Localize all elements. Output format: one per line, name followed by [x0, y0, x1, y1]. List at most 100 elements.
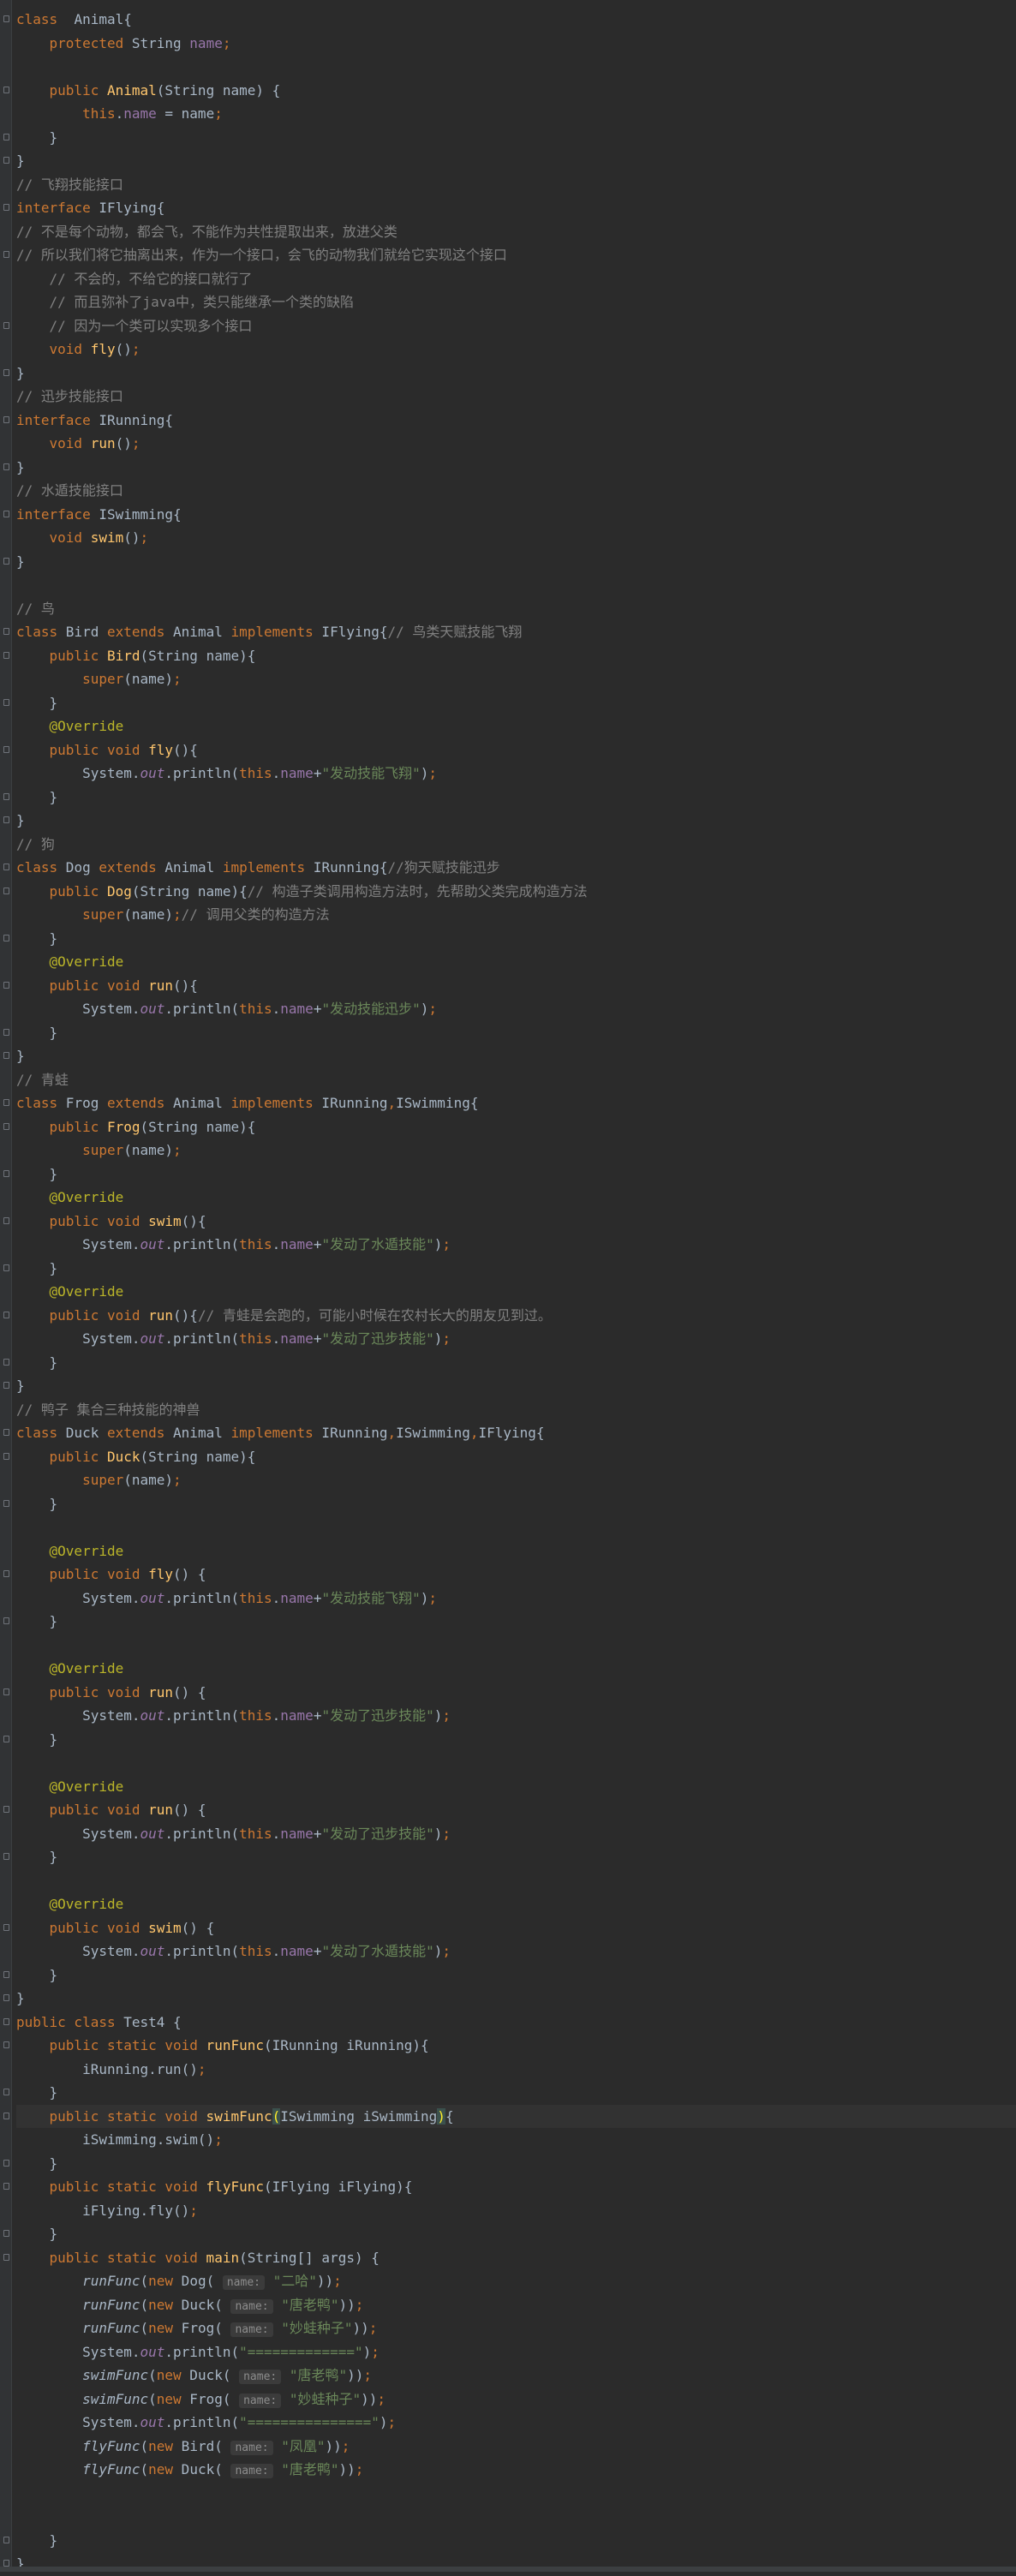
code-line[interactable]: swimFunc(new Frog( name: "妙蛙种子"));: [16, 2388, 1016, 2412]
code-line[interactable]: // 狗: [16, 833, 1016, 857]
code-line[interactable]: public void run(){// 青蛙是会跑的，可能小时候在农村长大的朋…: [3, 1304, 1016, 1328]
horizontal-scrollbar[interactable]: [0, 2567, 1016, 2572]
fold-marker-icon[interactable]: [3, 133, 9, 140]
code-line[interactable]: @Override: [16, 1657, 1016, 1681]
code-line[interactable]: @Override: [16, 1186, 1016, 1210]
code-line[interactable]: }: [3, 1987, 1016, 2011]
code-line[interactable]: // 不是每个动物，都会飞，不能作为共性提取出来，放进父类: [16, 220, 1016, 244]
code-line[interactable]: }: [3, 2552, 1016, 2576]
fold-marker-icon[interactable]: [3, 2112, 9, 2119]
fold-marker-icon[interactable]: [3, 1122, 9, 1130]
code-line[interactable]: super(name);: [16, 667, 1016, 691]
fold-marker-icon[interactable]: [3, 2017, 9, 2025]
fold-marker-icon[interactable]: [3, 1617, 9, 1624]
code-line[interactable]: void fly();: [16, 338, 1016, 362]
code-line[interactable]: flyFunc(new Duck( name: "唐老鸭"));: [16, 2458, 1016, 2482]
fold-marker-icon[interactable]: [3, 1028, 9, 1036]
fold-marker-icon[interactable]: [3, 628, 9, 635]
code-line[interactable]: public Dog(String name){// 构造子类调用构造方法时，先…: [3, 880, 1016, 904]
code-line[interactable]: }: [3, 2222, 1016, 2246]
code-line[interactable]: }: [3, 1728, 1016, 1752]
code-line[interactable]: @Override: [16, 1280, 1016, 1304]
code-line[interactable]: iFlying.fly();: [16, 2199, 1016, 2223]
code-line[interactable]: interface IFlying{: [3, 196, 1016, 220]
fold-marker-icon[interactable]: [3, 2230, 9, 2237]
code-line[interactable]: }: [3, 691, 1016, 715]
fold-marker-icon[interactable]: [3, 1688, 9, 1695]
code-line[interactable]: public void run() {: [3, 1798, 1016, 1822]
code-line[interactable]: System.out.println("===============");: [16, 2411, 1016, 2435]
fold-marker-icon[interactable]: [3, 1970, 9, 1978]
fold-marker-icon[interactable]: [3, 887, 9, 894]
code-line[interactable]: }: [3, 2081, 1016, 2105]
fold-marker-icon[interactable]: [3, 651, 9, 659]
code-line[interactable]: }: [3, 1021, 1016, 1045]
code-line[interactable]: public static void main(String[] args) {: [3, 2246, 1016, 2270]
fold-marker-icon[interactable]: [3, 2159, 9, 2167]
fold-marker-icon[interactable]: [3, 2536, 9, 2543]
code-line[interactable]: System.out.println(this.name+"发动技能迅步");: [16, 997, 1016, 1021]
code-line[interactable]: runFunc(new Duck( name: "唐老鸭"));: [16, 2293, 1016, 2317]
fold-marker-icon[interactable]: [3, 2089, 9, 2095]
code-line[interactable]: }: [3, 786, 1016, 810]
code-line[interactable]: swimFunc(new Duck( name: "唐老鸭"));: [16, 2364, 1016, 2388]
code-line[interactable]: @Override: [16, 1892, 1016, 1916]
code-line[interactable]: }: [3, 927, 1016, 951]
fold-marker-icon[interactable]: [3, 1311, 9, 1318]
code-line[interactable]: class Dog extends Animal implements IRun…: [3, 856, 1016, 880]
code-line[interactable]: public static void runFunc(IRunning iRun…: [3, 2034, 1016, 2058]
code-line[interactable]: public Bird(String name){: [3, 644, 1016, 668]
fold-marker-icon[interactable]: [3, 1169, 9, 1177]
code-line[interactable]: }: [3, 1492, 1016, 1516]
fold-marker-icon[interactable]: [3, 792, 9, 800]
code-line[interactable]: class Duck extends Animal implements IRu…: [3, 1421, 1016, 1445]
code-line[interactable]: // 迅步技能接口: [16, 385, 1016, 409]
code-line[interactable]: }: [3, 456, 1016, 480]
fold-marker-icon[interactable]: [3, 2253, 9, 2261]
fold-marker-icon[interactable]: [3, 981, 9, 989]
code-line[interactable]: public Duck(String name){: [3, 1445, 1016, 1469]
code-line[interactable]: // 而且弥补了java中，类只能继承一个类的缺陷: [16, 290, 1016, 314]
code-line[interactable]: System.out.println(this.name+"发动了水遁技能");: [16, 1233, 1016, 1257]
code-line[interactable]: System.out.println(this.name+"发动技能飞翔");: [16, 1587, 1016, 1611]
code-line[interactable]: runFunc(new Dog( name: "二哈"));: [16, 2269, 1016, 2293]
fold-marker-icon[interactable]: [3, 1099, 9, 1106]
fold-marker-icon[interactable]: [3, 2183, 9, 2190]
code-line[interactable]: System.out.println(this.name+"发动了迅步技能");: [16, 1327, 1016, 1351]
code-line[interactable]: super(name);: [16, 1139, 1016, 1162]
code-line[interactable]: }: [3, 1351, 1016, 1375]
code-line[interactable]: // 青蛙: [16, 1068, 1016, 1092]
fold-marker-icon[interactable]: [3, 816, 9, 823]
fold-marker-icon[interactable]: [3, 368, 9, 376]
fold-marker-icon[interactable]: [3, 934, 9, 941]
fold-marker-icon[interactable]: [3, 2560, 9, 2567]
code-line[interactable]: public void fly() {: [3, 1563, 1016, 1587]
code-editor[interactable]: class Animal{ protected String name; pub…: [0, 0, 1016, 2572]
code-line[interactable]: @Override: [16, 1775, 1016, 1799]
code-line[interactable]: // 不会的，不给它的接口就行了: [16, 267, 1016, 291]
code-line[interactable]: public void run(){: [3, 974, 1016, 998]
code-line[interactable]: System.out.println(this.name+"发动技能飞翔");: [16, 762, 1016, 786]
fold-marker-icon[interactable]: [3, 1994, 9, 2001]
fold-marker-icon[interactable]: [3, 1429, 9, 1436]
fold-marker-icon[interactable]: [3, 1452, 9, 1460]
code-line[interactable]: // 所以我们将它抽离出来，作为一个接口，会飞的动物我们就给它实现这个接口: [3, 243, 1016, 267]
code-line[interactable]: interface ISwimming{: [3, 503, 1016, 527]
code-line[interactable]: }: [3, 809, 1016, 833]
fold-marker-icon[interactable]: [3, 321, 9, 329]
code-line[interactable]: // 水遁技能接口: [16, 479, 1016, 503]
code-line[interactable]: public void fly(){: [3, 738, 1016, 762]
code-line[interactable]: @Override: [16, 950, 1016, 974]
fold-marker-icon[interactable]: [3, 1570, 9, 1577]
code-area[interactable]: class Animal{ protected String name; pub…: [3, 8, 1016, 2576]
fold-marker-icon[interactable]: [3, 1853, 9, 1860]
code-line[interactable]: }: [3, 1257, 1016, 1281]
code-line[interactable]: // 鸭子 集合三种技能的神兽: [16, 1398, 1016, 1422]
code-line[interactable]: runFunc(new Frog( name: "妙蛙种子"));: [16, 2316, 1016, 2340]
code-line[interactable]: }: [3, 149, 1016, 173]
fold-marker-icon[interactable]: [3, 745, 9, 753]
code-line-current[interactable]: public static void swimFunc(ISwimming iS…: [3, 2104, 1016, 2128]
fold-marker-icon[interactable]: [3, 157, 9, 164]
code-line[interactable]: }: [3, 2529, 1016, 2553]
code-line[interactable]: [16, 573, 1016, 597]
